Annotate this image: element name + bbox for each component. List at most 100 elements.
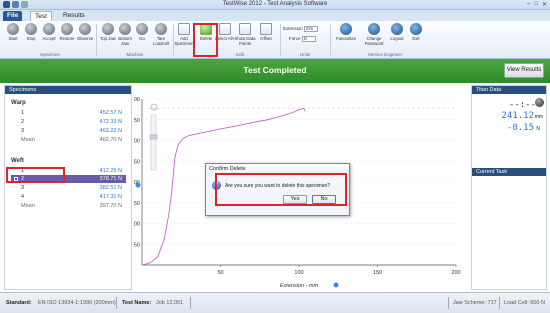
specimen-value: 382.51 N [99, 185, 122, 191]
exit-icon [410, 23, 422, 35]
selected-specimen-highlight-box [6, 167, 65, 183]
dialog-highlight-box [215, 173, 347, 206]
warp-group-label: Warp [11, 100, 26, 106]
y-tick-label: 400 [134, 97, 140, 103]
offset-button[interactable]: Offset [255, 23, 277, 41]
titan-data-header: Titan Data [472, 86, 546, 94]
maximize-button[interactable]: □ [534, 1, 538, 8]
go-icon [136, 23, 148, 35]
specimen-row[interactable]: 3 463.22 N [11, 127, 126, 135]
accept-icon [43, 23, 55, 35]
standard-label: Standard: [6, 300, 32, 306]
specimen-number: 4 [21, 194, 25, 200]
group-label-service-engineer: Service Engineer [367, 52, 403, 57]
offset-icon [260, 23, 272, 35]
specimen-number: 2 [21, 119, 25, 125]
specimen-row[interactable]: 4 417.31 N [11, 193, 126, 201]
specimen-row[interactable]: 1 452.57 N [11, 109, 126, 117]
show-data-points-button[interactable]: Show Data Points [234, 23, 256, 46]
specimen-value: 417.31 N [99, 194, 122, 200]
observe-button[interactable]: Observe [74, 23, 96, 41]
tare-loadcell-button[interactable]: Tare Loadcell [150, 23, 172, 46]
y-tick-label: 50 [134, 242, 140, 248]
observe-label: Observe [76, 36, 94, 41]
logout-label: Logout [390, 36, 404, 41]
ribbon-tabs: File Test Results [0, 10, 550, 21]
weft-mean-row: Mean 397.70 N [11, 202, 126, 210]
specimen-number: 1 [21, 110, 25, 116]
play-icon [7, 23, 19, 35]
exit-button[interactable]: Exit [405, 23, 427, 41]
zoom-slider-thumb [149, 134, 158, 140]
ribbon-separator [280, 24, 281, 56]
specimens-header: Specimens [5, 86, 131, 94]
show-data-points-label: Show Data Points [234, 36, 256, 46]
extension-readout: 241.12 [501, 111, 534, 121]
stop-label: Stop [26, 36, 36, 41]
specimen-value: 463.22 N [99, 128, 122, 134]
delete-highlight-box [193, 23, 218, 57]
close-button[interactable]: ✕ [542, 1, 547, 8]
add-specimen-button[interactable]: Add Specimen [173, 23, 195, 46]
y-tick-label: 150 [134, 201, 140, 207]
view-results-button[interactable]: View Results [504, 63, 544, 78]
change-password-label: Change Password [364, 36, 384, 46]
load-cell: Load Cell: 600 N [504, 300, 545, 306]
x-tick-label: 100 [294, 270, 303, 276]
test-completed-message: Test Completed [243, 65, 307, 75]
y-tick-label: 250 [134, 159, 140, 165]
specimens-panel: Specimens Warp 1 452.57 N 2 472.33 N 3 463.… [4, 85, 132, 290]
ribbon-separator [330, 24, 331, 56]
favourites-label: Favourites [335, 36, 357, 41]
y-tick-label: 300 [134, 139, 140, 145]
window-controls: – □ ✕ [527, 1, 547, 8]
test-name-value: Job 12.051 [156, 300, 184, 306]
title-bar: TestWise 2012 - Test Analysis Software –… [0, 0, 550, 10]
offset-label: Offset [260, 36, 272, 41]
document-icon [178, 23, 190, 35]
status-separator [116, 297, 117, 309]
key-icon [368, 23, 380, 35]
specimen-number: 3 [21, 185, 25, 191]
force-readout: -0.15 [506, 123, 534, 133]
group-label-edit: Edit [236, 52, 244, 57]
specimen-row[interactable]: 2 472.33 N [11, 118, 126, 126]
status-separator [448, 297, 449, 309]
change-password-button[interactable]: Change Password [361, 23, 387, 46]
extension-unit-field: Extension mm [283, 26, 319, 32]
status-banner: Test Completed View Results [0, 59, 550, 83]
specimen-value: 472.33 N [99, 119, 122, 125]
tab-results[interactable]: Results [59, 11, 89, 21]
x-tick-label: 150 [373, 270, 382, 276]
specimen-value: 378.71 N [99, 176, 122, 182]
add-specimen-label: Add Specimen [174, 36, 194, 46]
tab-test[interactable]: Test [30, 11, 52, 21]
status-separator [190, 297, 191, 309]
minimize-button[interactable]: – [527, 1, 530, 8]
favourites-button[interactable]: Favourites [332, 23, 360, 41]
tare-loadcell-label: Tare Loadcell [152, 36, 169, 46]
y-tick-label: 100 [134, 222, 140, 228]
tare-icon [155, 23, 167, 35]
test-name-label: Test Name: [122, 300, 152, 306]
extension-unit-select[interactable]: mm [304, 26, 319, 32]
warp-mean-row: Mean 462.70 N [11, 136, 126, 144]
mean-value: 397.70 N [99, 203, 122, 209]
accept-label: Accept [42, 36, 56, 41]
specimen-row[interactable]: 3 382.51 N [11, 184, 126, 192]
tab-file[interactable]: File [3, 11, 23, 21]
extension-unit: mm [534, 114, 543, 120]
extension-unit-label: Extension [283, 26, 303, 32]
current-task-header: Current Task [472, 168, 546, 176]
mean-label: Mean [21, 137, 35, 143]
window-title: TestWise 2012 - Test Analysis Software [222, 1, 328, 7]
force-unit-field: Force N [289, 36, 316, 42]
standard-value: EN ISO 13934-1:1999 (200mm) [38, 300, 116, 306]
specimen-value: 412.25 N [99, 168, 122, 174]
force-unit-select[interactable]: N [301, 36, 316, 42]
group-label-specimen: Specimen [39, 52, 60, 57]
logout-icon [391, 23, 403, 35]
jaw-up-icon [102, 23, 114, 35]
elapsed-time: --:-- [508, 100, 536, 110]
start-label: Start [8, 36, 18, 41]
